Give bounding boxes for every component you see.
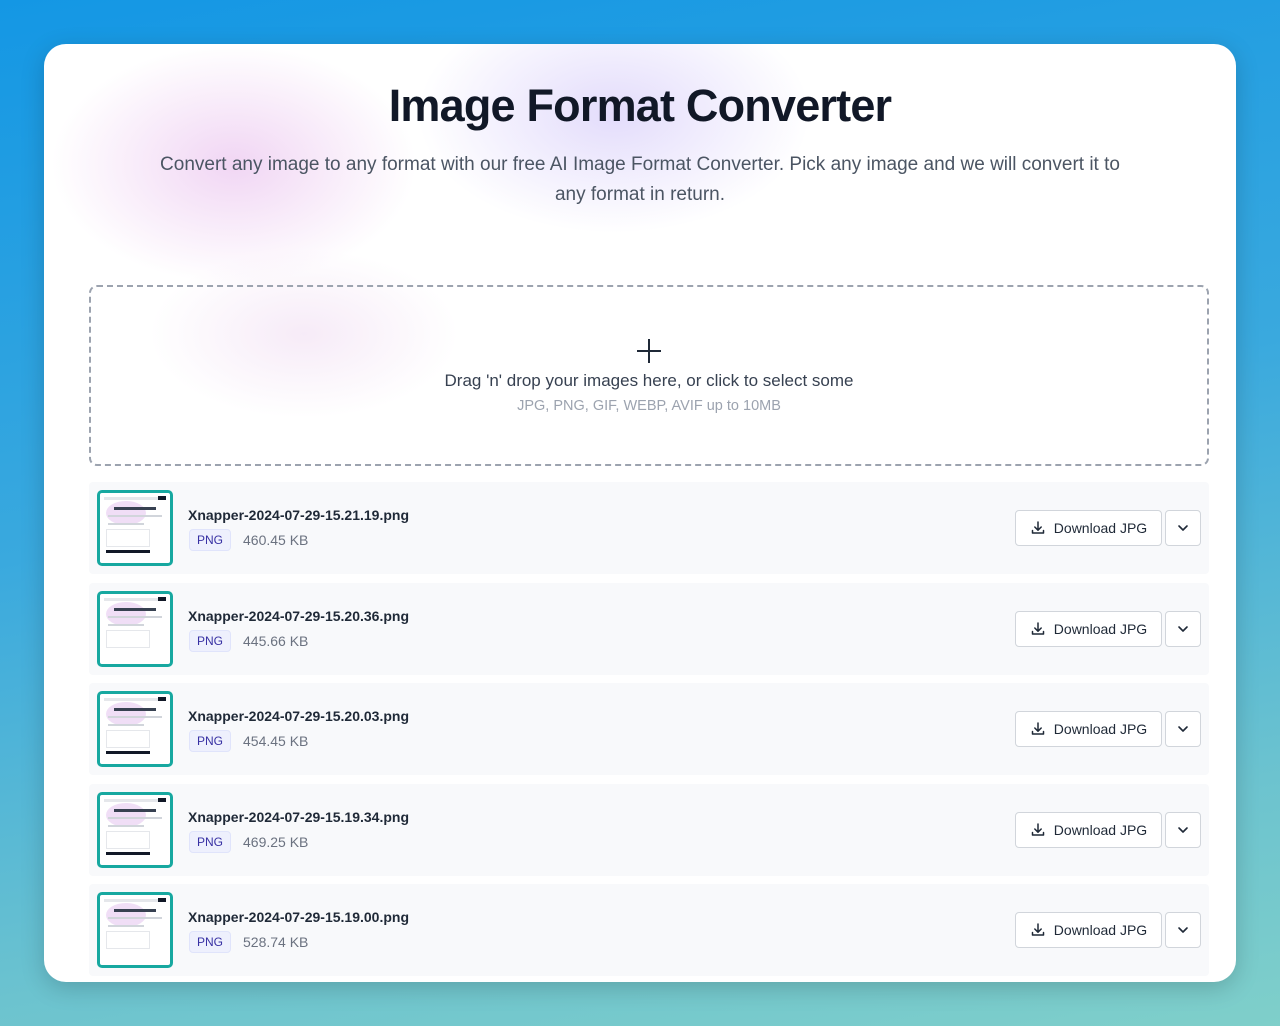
file-thumbnail — [97, 892, 173, 968]
chevron-down-icon — [1178, 726, 1188, 732]
file-name: Xnapper-2024-07-29-15.20.03.png — [188, 708, 409, 724]
file-name: Xnapper-2024-07-29-15.19.34.png — [188, 808, 409, 825]
chevron-down-icon — [1178, 826, 1188, 833]
download-icon — [1031, 822, 1045, 836]
file-size: 469.25 KB — [243, 833, 309, 850]
file-row: Xnapper-2024-07-29-15.19.00.png PNG 528.… — [89, 884, 1209, 976]
file-size: 460.45 KB — [243, 532, 309, 548]
file-list: Xnapper-2024-07-29-15.21.19.png PNG 460.… — [89, 482, 1209, 982]
image-dropzone[interactable]: Drag 'n' drop your images here, or click… — [89, 285, 1209, 466]
download-icon — [1031, 521, 1045, 534]
format-badge: PNG — [189, 629, 232, 652]
download-button[interactable]: Download JPG — [1015, 610, 1162, 647]
format-options-button[interactable] — [1165, 912, 1201, 948]
file-name: Xnapper-2024-07-29-15.20.36.png — [188, 607, 409, 624]
dropzone-main-text: Drag 'n' drop your images here, or click… — [444, 371, 854, 390]
download-button[interactable]: Download JPG — [1015, 811, 1162, 848]
chevron-down-icon — [1178, 525, 1188, 531]
file-thumbnail — [97, 691, 173, 767]
format-badge: PNG — [189, 931, 232, 953]
file-thumbnail — [97, 590, 173, 667]
format-options-button[interactable] — [1165, 510, 1201, 546]
format-badge: PNG — [189, 830, 232, 853]
download-button-label: Download JPG — [1053, 922, 1148, 938]
converter-card: Image Format Converter Convert any image… — [44, 44, 1236, 982]
download-button[interactable]: Download JPG — [1015, 711, 1162, 747]
download-button-label: Download JPG — [1053, 821, 1148, 838]
download-button[interactable]: Download JPG — [1015, 510, 1162, 546]
chevron-down-icon — [1178, 927, 1188, 933]
file-thumbnail — [97, 490, 173, 566]
file-name: Xnapper-2024-07-29-15.19.00.png — [188, 909, 409, 925]
page-title: Image Format Converter — [388, 80, 892, 131]
download-button[interactable]: Download JPG — [1015, 912, 1162, 948]
chevron-down-icon — [1178, 625, 1188, 632]
download-button-label: Download JPG — [1053, 520, 1148, 536]
format-badge: PNG — [189, 529, 232, 551]
page-subtitle: Convert any image to any format with our… — [160, 154, 1120, 205]
plus-icon — [637, 339, 661, 363]
download-button-label: Download JPG — [1053, 721, 1148, 737]
format-options-button[interactable] — [1165, 811, 1201, 848]
format-options-button[interactable] — [1165, 711, 1201, 747]
download-button-label: Download JPG — [1053, 620, 1148, 637]
download-icon — [1031, 621, 1045, 635]
file-size: 454.45 KB — [243, 733, 309, 749]
file-row: Xnapper-2024-07-29-15.20.36.png PNG 445.… — [89, 582, 1209, 675]
file-name: Xnapper-2024-07-29-15.21.19.png — [188, 507, 409, 523]
file-size: 445.66 KB — [243, 632, 309, 649]
file-row: Xnapper-2024-07-29-15.21.19.png PNG 460.… — [89, 482, 1209, 574]
file-thumbnail — [97, 791, 173, 868]
download-icon — [1031, 722, 1045, 735]
file-size: 528.74 KB — [243, 934, 309, 950]
format-badge: PNG — [189, 730, 232, 752]
file-row: Xnapper-2024-07-29-15.20.03.png PNG 454.… — [89, 683, 1209, 775]
download-icon — [1031, 923, 1045, 936]
dropzone-hint-text: JPG, PNG, GIF, WEBP, AVIF up to 10MB — [517, 398, 781, 414]
format-options-button[interactable] — [1165, 610, 1201, 647]
file-row: Xnapper-2024-07-29-15.19.34.png PNG 469.… — [89, 783, 1209, 876]
